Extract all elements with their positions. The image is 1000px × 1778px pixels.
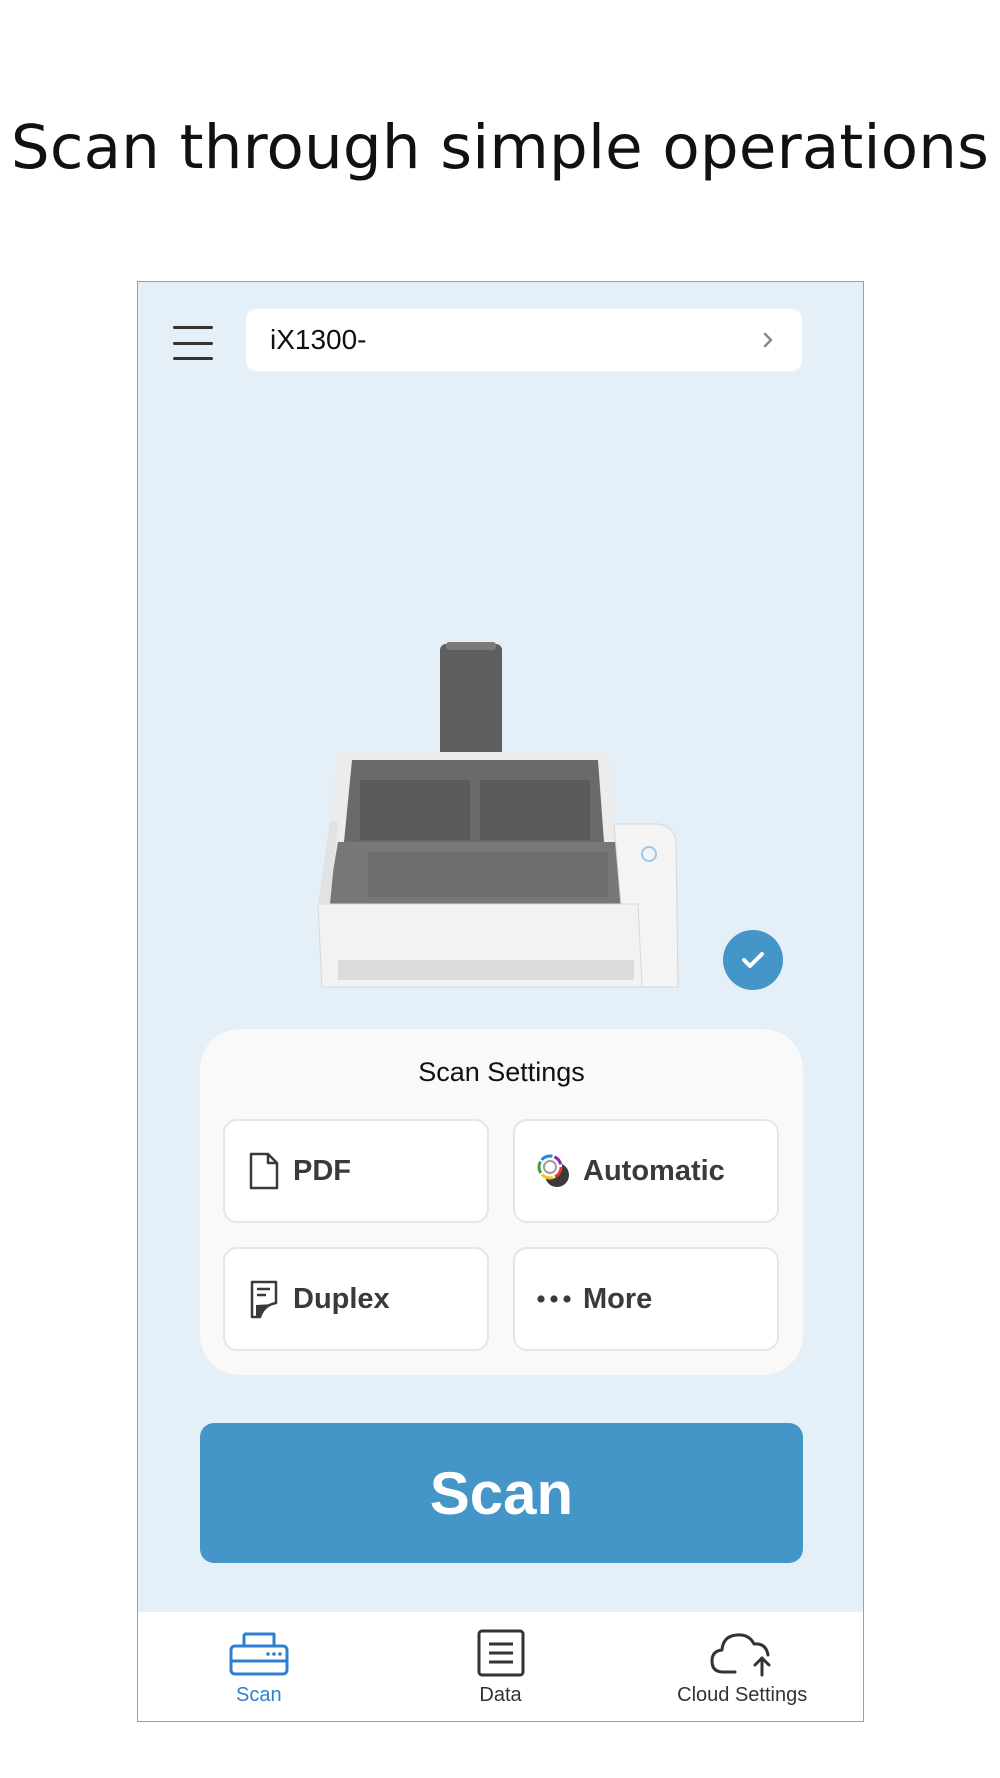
app-screen: iX1300- Scan Settings PDF Automatic Dupl… xyxy=(137,281,864,1722)
tab-cloud-settings-label: Cloud Settings xyxy=(677,1684,808,1706)
color-wheel-icon xyxy=(535,1151,573,1191)
scanner-image xyxy=(317,642,679,988)
color-mode-label: Automatic xyxy=(583,1154,725,1187)
color-mode-button[interactable]: Automatic xyxy=(513,1119,779,1223)
scan-settings-panel: Scan Settings PDF Automatic Duplex More xyxy=(200,1029,803,1375)
data-list-icon xyxy=(476,1624,526,1682)
file-format-label: PDF xyxy=(293,1154,351,1187)
scanner-icon xyxy=(228,1624,290,1682)
tab-scan-label: Scan xyxy=(236,1684,282,1706)
tab-cloud-settings[interactable]: Cloud Settings xyxy=(621,1612,863,1721)
file-format-button[interactable]: PDF xyxy=(223,1119,489,1223)
cloud-upload-icon xyxy=(709,1624,775,1682)
device-name: iX1300- xyxy=(270,324,367,355)
scan-settings-title: Scan Settings xyxy=(418,1057,585,1087)
device-selector[interactable]: iX1300- xyxy=(246,309,802,371)
more-settings-label: More xyxy=(583,1282,653,1315)
connected-check-icon xyxy=(723,930,783,990)
tab-data-label: Data xyxy=(479,1684,522,1706)
tab-scan[interactable]: Scan xyxy=(138,1612,380,1721)
scan-button[interactable]: Scan xyxy=(200,1423,803,1563)
hamburger-menu-icon[interactable] xyxy=(173,326,213,360)
more-settings-button[interactable]: More xyxy=(513,1247,779,1351)
scan-side-button[interactable]: Duplex xyxy=(223,1247,489,1351)
chevron-right-icon xyxy=(763,332,773,348)
bottom-tab-bar: Scan Data Cloud Settings xyxy=(138,1612,863,1721)
scan-side-label: Duplex xyxy=(293,1282,390,1315)
duplex-page-icon xyxy=(245,1279,283,1319)
ellipsis-icon xyxy=(535,1279,573,1319)
document-icon xyxy=(245,1151,283,1191)
headline: Scan through simple operations xyxy=(10,112,990,183)
tab-data[interactable]: Data xyxy=(380,1612,622,1721)
